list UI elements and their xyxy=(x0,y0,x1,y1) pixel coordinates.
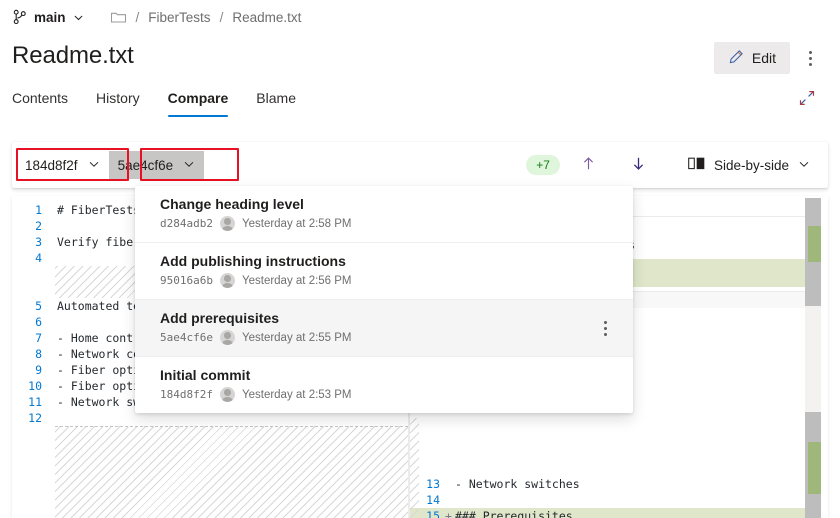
commit-dropdown-menu: Change heading level d284adb2 Yesterday … xyxy=(135,186,633,413)
branch-name[interactable]: main xyxy=(34,10,66,25)
line-number: 4 xyxy=(12,250,46,266)
line-number: 12 xyxy=(12,410,46,426)
line-number: 9 xyxy=(12,362,46,378)
tab-history[interactable]: History xyxy=(82,86,154,117)
commit-meta: d284adb2 Yesterday at 2:58 PM xyxy=(160,216,619,231)
line-text: - Fiber opti xyxy=(55,378,140,394)
line-number: 3 xyxy=(12,234,46,250)
chevron-down-icon xyxy=(798,158,810,173)
diff-count-badge: +7 xyxy=(526,155,560,175)
commit-meta: 5ae4cf6e Yesterday at 2:55 PM xyxy=(160,330,619,345)
file-compare-page: main / FiberTests / Readme.txt Readme.tx… xyxy=(0,0,840,518)
pencil-icon xyxy=(728,49,744,68)
left-commit-label: 184d8f2f xyxy=(25,158,78,173)
more-options-button[interactable] xyxy=(796,42,824,74)
chevron-down-icon[interactable] xyxy=(73,12,84,23)
view-mode-label: Side-by-side xyxy=(714,158,789,173)
git-branch-icon xyxy=(12,9,28,25)
breadcrumb: main / FiberTests / Readme.txt xyxy=(12,5,301,29)
folder-icon[interactable] xyxy=(110,9,127,26)
commit-time: Yesterday at 2:55 PM xyxy=(242,332,352,344)
line-text: ### Prerequisites xyxy=(453,508,573,518)
line-text: - Fiber opti xyxy=(55,362,140,378)
line-text: - Network co xyxy=(55,346,140,362)
right-commit-selector[interactable]: 5ae4cf6e xyxy=(109,151,205,179)
avatar xyxy=(220,387,235,402)
commit-title: Add publishing instructions xyxy=(160,253,619,269)
avatar xyxy=(220,216,235,231)
line-text: # FiberTests xyxy=(55,202,140,218)
left-commit-selector[interactable]: 184d8f2f xyxy=(16,151,109,179)
commit-meta: 184d8f2f Yesterday at 2:53 PM xyxy=(160,387,619,402)
line-number: 2 xyxy=(12,218,46,234)
commit-title: Add prerequisites xyxy=(160,310,619,326)
side-by-side-icon xyxy=(688,156,705,174)
code-line: 14 xyxy=(410,492,809,508)
next-diff-button[interactable] xyxy=(624,150,654,180)
commit-title: Initial commit xyxy=(160,367,619,383)
more-vertical-icon xyxy=(604,321,607,336)
expand-diagonal-icon xyxy=(798,89,816,110)
previous-diff-button[interactable] xyxy=(574,150,604,180)
commit-menu-item[interactable]: Add prerequisites 5ae4cf6e Yesterday at … xyxy=(135,300,633,357)
arrow-down-icon xyxy=(630,155,647,175)
page-title: Readme.txt xyxy=(12,42,134,70)
commit-menu-item[interactable]: Change heading level d284adb2 Yesterday … xyxy=(135,186,633,243)
line-text: - Network switches xyxy=(453,476,580,492)
chevron-down-icon xyxy=(183,158,195,173)
arrow-up-icon xyxy=(580,155,597,175)
code-line: 15+### Prerequisites xyxy=(410,508,809,518)
commit-hash: 5ae4cf6e xyxy=(160,331,213,344)
diff-minimap-scrollbar[interactable] xyxy=(805,198,821,516)
line-number: 5 xyxy=(12,298,46,314)
line-number: 8 xyxy=(12,346,46,362)
diff-gap-filler-bottom xyxy=(12,426,408,518)
tab-compare[interactable]: Compare xyxy=(154,86,243,117)
edit-button[interactable]: Edit xyxy=(714,42,790,74)
view-mode-selector[interactable]: Side-by-side xyxy=(680,150,818,180)
avatar xyxy=(220,273,235,288)
commit-hash: 95016a6b xyxy=(160,274,213,287)
line-number: 10 xyxy=(12,378,46,394)
diff-marker: + xyxy=(444,508,453,518)
commit-menu-item[interactable]: Initial commit 184d8f2f Yesterday at 2:5… xyxy=(135,357,633,413)
commit-hash: 184d8f2f xyxy=(160,388,213,401)
line-text: Verify fiber xyxy=(55,234,140,250)
file-tabs: Contents History Compare Blame xyxy=(12,86,310,117)
breadcrumb-file[interactable]: Readme.txt xyxy=(232,10,301,25)
line-number: 6 xyxy=(12,314,46,330)
commit-title: Change heading level xyxy=(160,196,619,212)
commit-item-more-button[interactable] xyxy=(595,316,615,340)
code-line: 13- Network switches xyxy=(410,476,809,492)
edit-button-label: Edit xyxy=(752,50,776,66)
commit-menu-item[interactable]: Add publishing instructions 95016a6b Yes… xyxy=(135,243,633,300)
commit-meta: 95016a6b Yesterday at 2:56 PM xyxy=(160,273,619,288)
avatar xyxy=(220,330,235,345)
more-vertical-icon xyxy=(809,51,812,66)
commit-time: Yesterday at 2:58 PM xyxy=(242,218,352,230)
line-number: 1 xyxy=(12,202,46,218)
right-commit-label: 5ae4cf6e xyxy=(118,158,174,173)
breadcrumb-separator-2: / xyxy=(220,10,224,25)
breadcrumb-repo[interactable]: FiberTests xyxy=(148,10,210,25)
expand-fullscreen-button[interactable] xyxy=(794,86,820,112)
commit-time: Yesterday at 2:53 PM xyxy=(242,389,352,401)
line-number: 7 xyxy=(12,330,46,346)
tab-blame[interactable]: Blame xyxy=(242,86,310,117)
diff-edge-hatch xyxy=(410,418,419,518)
line-number: 11 xyxy=(12,394,46,410)
commit-hash: d284adb2 xyxy=(160,217,213,230)
breadcrumb-separator-1: / xyxy=(136,10,140,25)
tab-contents[interactable]: Contents xyxy=(12,86,82,117)
line-text: - Home contr xyxy=(55,330,140,346)
line-text: - Network sw xyxy=(55,394,140,410)
line-text: Automated te xyxy=(55,298,140,314)
chevron-down-icon xyxy=(88,158,100,173)
commit-time: Yesterday at 2:56 PM xyxy=(242,275,352,287)
compare-toolbar: 184d8f2f 5ae4cf6e +7 xyxy=(12,142,828,188)
